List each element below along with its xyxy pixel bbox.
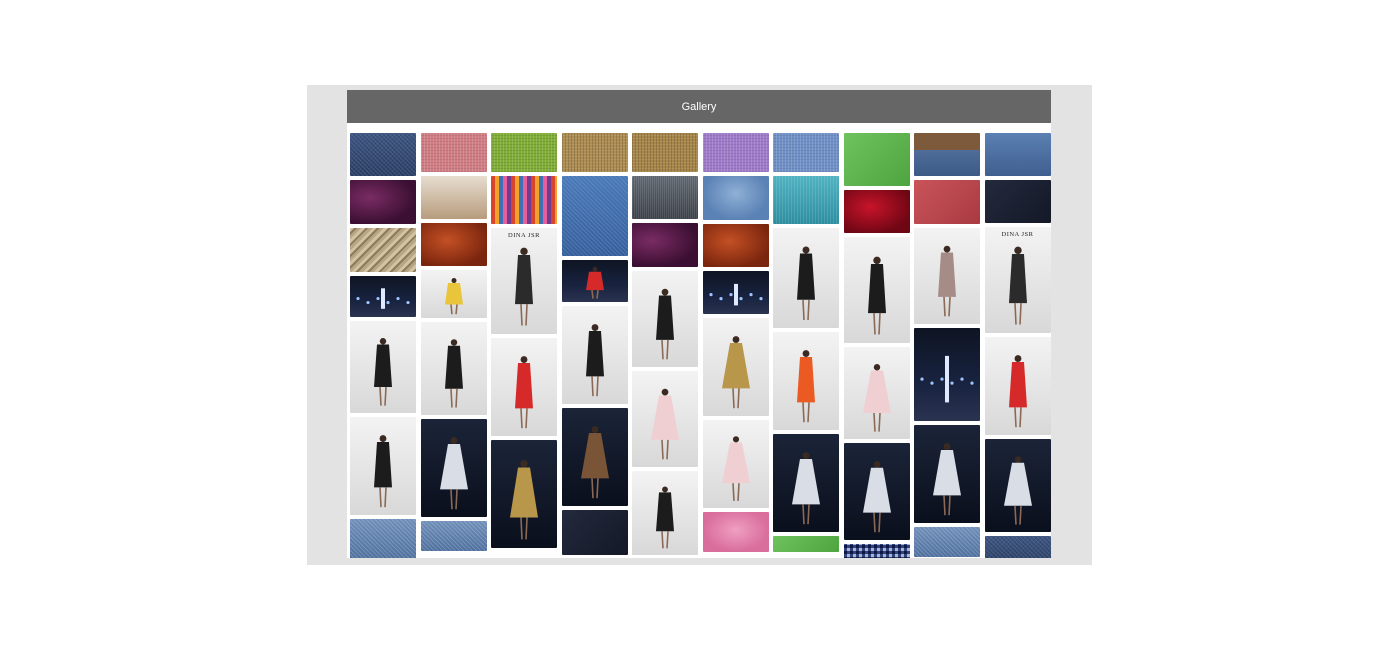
model-figure-icon <box>585 266 604 299</box>
model-silver-gown-tile[interactable] <box>843 443 910 540</box>
denim-jacket-tile[interactable] <box>702 176 769 220</box>
model-figure-icon <box>862 364 891 432</box>
model-gold-pants-tile[interactable] <box>702 318 769 416</box>
designer-caption: DINA JSR <box>1001 231 1034 238</box>
jeans-pocket-tile[interactable] <box>561 176 628 256</box>
grey-denim-tile[interactable] <box>632 176 698 219</box>
teal-denim-tile[interactable] <box>773 176 839 224</box>
model-sequin-gown-tile[interactable] <box>420 419 487 517</box>
model-black-ruffle-skirt-tile[interactable] <box>350 417 416 515</box>
plum-silk-tile[interactable] <box>350 180 416 224</box>
jeans-buckle-tile[interactable] <box>984 133 1051 176</box>
runway-front-row-tile[interactable] <box>632 271 698 367</box>
models-walking-tile[interactable] <box>632 471 698 555</box>
model-figure-icon <box>792 452 820 525</box>
runway-finale-tile[interactable] <box>561 260 628 302</box>
purple-velvet-tile[interactable] <box>632 223 698 267</box>
models-tulle-skirts-tile[interactable] <box>843 347 910 439</box>
model-white-dress-tile[interactable] <box>350 321 416 413</box>
model-figure-icon <box>1008 355 1027 428</box>
green-print-tile[interactable] <box>773 536 839 552</box>
model-black-top-tile[interactable] <box>561 306 628 404</box>
model-black-abaya-tile[interactable] <box>773 228 839 328</box>
model-figure-icon <box>1003 456 1032 525</box>
colorful-fabrics-tile[interactable] <box>491 176 557 224</box>
rust-fabric-tile[interactable] <box>702 224 769 267</box>
model-figure-icon <box>444 278 463 315</box>
model-figure-icon <box>721 336 750 409</box>
model-beaded-gown-tile[interactable] <box>491 440 557 548</box>
dina-jsr-gowns-tile[interactable]: DINA JSR <box>984 227 1051 333</box>
model-figure-icon <box>356 288 410 309</box>
burlap-fabric-tile[interactable] <box>561 133 628 172</box>
model-pink-gown-tile[interactable] <box>702 420 769 508</box>
model-figure-icon <box>656 486 674 549</box>
rust-satin-tile[interactable] <box>420 223 487 266</box>
runway-white-gowns-tile[interactable] <box>914 425 980 523</box>
pink-linen-tile[interactable] <box>420 133 487 172</box>
denim-jacket-back-tile[interactable] <box>984 536 1051 558</box>
checked-fabric-tile[interactable] <box>843 544 910 558</box>
model-figure-icon <box>515 356 533 429</box>
designer-caption: DINA JSR <box>508 232 540 239</box>
model-figure-icon <box>797 246 815 321</box>
model-brown-cape-tile[interactable] <box>561 408 628 506</box>
model-black-cape-tile[interactable] <box>843 237 910 343</box>
model-figure-icon <box>374 338 392 406</box>
gallery-grid: DINA JSR DINA JSR <box>347 123 1051 558</box>
navy-fabric-tile[interactable] <box>984 180 1051 223</box>
model-figure-icon <box>867 256 886 335</box>
rope-texture-tile[interactable] <box>350 228 416 272</box>
runway-show-tile[interactable] <box>350 276 416 317</box>
model-figure-icon <box>920 355 974 403</box>
runway-silver-gowns-tile[interactable] <box>773 434 839 532</box>
model-white-cap-tile[interactable] <box>420 322 487 415</box>
light-denim-tile[interactable] <box>420 521 487 551</box>
model-pale-dress-tile[interactable] <box>632 371 698 467</box>
model-figure-icon <box>656 288 674 360</box>
model-red-skirt-tile[interactable] <box>491 338 557 436</box>
stage-lights-tile[interactable] <box>702 271 769 314</box>
model-figure-icon <box>444 339 463 408</box>
model-figure-icon <box>510 459 538 540</box>
model-figure-icon <box>651 388 679 460</box>
model-red-top-tile[interactable] <box>984 337 1051 435</box>
burlap-weave-tile[interactable] <box>632 133 698 172</box>
crimson-fabric-tile[interactable] <box>914 180 980 224</box>
blue-linen-tile[interactable] <box>773 133 839 172</box>
model-figure-icon <box>721 436 750 502</box>
denim-close-up-tile[interactable] <box>350 519 416 558</box>
belted-jeans-tile[interactable] <box>914 133 980 176</box>
gallery-header: Gallery <box>347 90 1051 123</box>
model-taupe-blouse-tile[interactable] <box>914 228 980 324</box>
model-figure-icon <box>797 350 815 423</box>
model-white-headpiece-tile[interactable] <box>984 439 1051 532</box>
mannequin-display-tile[interactable] <box>420 176 487 219</box>
red-satin-tile[interactable] <box>843 190 910 233</box>
bright-green-tile[interactable] <box>843 133 910 186</box>
model-orange-dress-tile[interactable] <box>773 332 839 430</box>
model-figure-icon <box>933 443 961 516</box>
gallery-app: Gallery DINA JSR DINA JSR <box>347 90 1051 558</box>
model-figure-icon <box>862 460 891 533</box>
lavender-linen-tile[interactable] <box>702 133 769 172</box>
blue-jeans-tile[interactable] <box>914 527 980 557</box>
model-figure-icon <box>708 283 763 306</box>
green-linen-tile[interactable] <box>491 133 557 172</box>
dark-denim-tile[interactable] <box>561 510 628 555</box>
runway-audience-tile[interactable] <box>420 270 487 318</box>
dina-jsr-runway-tile[interactable]: DINA JSR <box>491 228 557 334</box>
model-figure-icon <box>580 426 609 499</box>
pink-hat-tile[interactable] <box>702 512 769 552</box>
model-figure-icon <box>585 324 604 397</box>
model-figure-icon <box>1008 246 1027 325</box>
night-stage-tile[interactable] <box>914 328 980 421</box>
denim-fabric-tile[interactable] <box>350 133 416 176</box>
model-figure-icon <box>374 435 392 508</box>
model-figure-icon <box>515 247 533 326</box>
model-figure-icon <box>439 437 468 510</box>
gallery-title: Gallery <box>681 100 717 113</box>
model-figure-icon <box>938 245 956 317</box>
